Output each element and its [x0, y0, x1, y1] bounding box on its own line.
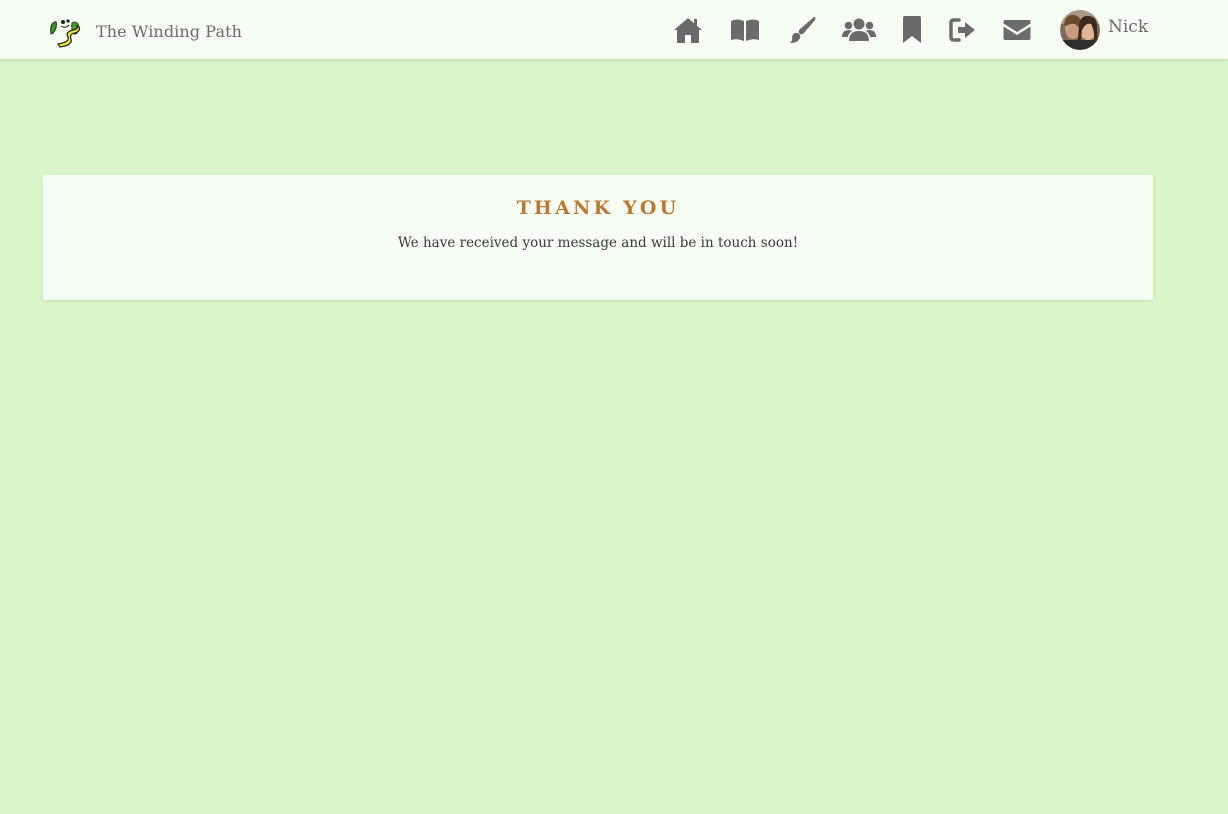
nav-home[interactable] — [670, 12, 706, 48]
nav-contact[interactable] — [999, 12, 1035, 48]
top-navigation-bar: The Winding Path Nick — [0, 0, 1228, 59]
book-icon — [730, 18, 760, 42]
nav-sign-out[interactable] — [945, 12, 981, 48]
envelope-icon — [1003, 19, 1031, 41]
brand-home-link[interactable]: The Winding Path — [48, 14, 242, 48]
user-menu[interactable]: Nick — [1060, 10, 1148, 50]
bookmark-icon — [902, 15, 922, 44]
user-name: Nick — [1108, 17, 1149, 37]
nav-bookmarks[interactable] — [894, 12, 930, 48]
main-nav — [670, 0, 1035, 59]
brand-name: The Winding Path — [96, 21, 243, 41]
home-icon — [673, 16, 703, 44]
confirmation-message: We have received your message and will b… — [397, 235, 799, 251]
nav-read[interactable] — [727, 12, 763, 48]
sign-out-icon — [949, 17, 977, 42]
confirmation-title: THANK YOU — [516, 197, 680, 219]
users-icon — [842, 17, 876, 43]
paintbrush-icon — [789, 16, 817, 44]
nav-community[interactable] — [841, 12, 877, 48]
winding-path-logo-icon — [48, 14, 82, 48]
nav-create[interactable] — [785, 12, 821, 48]
confirmation-card: THANK YOU We have received your message … — [43, 175, 1153, 300]
avatar — [1060, 10, 1100, 50]
